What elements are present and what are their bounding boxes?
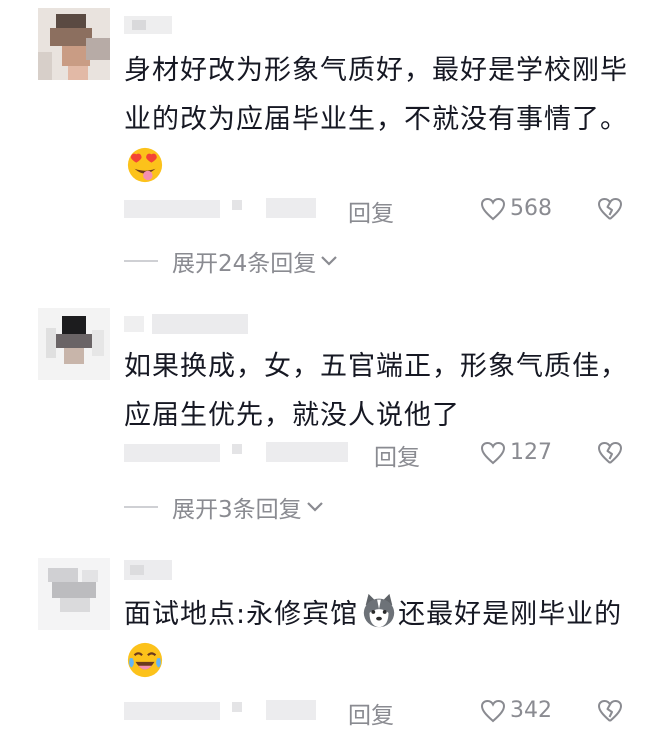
expand-replies-button[interactable]: 展开24条回复 [124,244,338,278]
comment-meta: 回复 568 [0,192,665,228]
comment-text: 如果换成，女，五官端正，形象气质佳，应届生优先，就没人说他了 [124,351,628,431]
avatar[interactable] [38,8,110,80]
chevron-down-icon [306,502,323,512]
broken-heart-icon[interactable] [596,440,624,466]
broken-heart-icon[interactable] [596,196,624,222]
like-button[interactable]: 127 [480,440,552,465]
expand-replies-button[interactable]: 展开3条回复 [124,490,324,524]
username-blurred[interactable] [124,16,172,36]
heart-icon [480,441,506,464]
reply-button[interactable]: 回复 [348,194,394,228]
like-button[interactable]: 568 [480,196,552,221]
like-count: 127 [510,440,552,465]
comment-meta: 回复 127 [0,436,665,472]
timestamp-blurred [124,444,220,462]
timestamp-blurred [124,200,220,218]
broken-heart-icon[interactable] [596,698,624,724]
comment-text: 面试地点:永修宾馆 还最好是刚毕业的 [124,590,644,688]
username-blurred[interactable] [124,314,248,334]
laughing-crying-emoji [127,642,163,678]
divider-line [124,260,158,262]
like-button[interactable]: 342 [480,698,552,723]
chevron-down-icon [321,256,338,266]
avatar[interactable] [38,308,110,380]
comment-meta: 回复 342 [0,694,665,730]
reply-button[interactable]: 回复 [348,696,394,730]
like-count: 342 [510,698,552,723]
heart-icon [480,197,506,220]
avatar[interactable] [38,558,110,630]
location-blurred [266,442,348,462]
comment-text: 身材好改为形象气质好，最好是学校刚毕业的改为应届毕业生，不就没有事情了。 [124,46,644,193]
location-blurred [266,700,316,720]
heart-eyes-tongue-emoji [127,147,163,183]
location-blurred [266,198,316,218]
divider-line [124,506,158,508]
username-blurred[interactable] [124,560,172,580]
like-count: 568 [510,196,552,221]
reply-button[interactable]: 回复 [374,438,420,472]
timestamp-blurred [124,702,220,720]
husky-dog-emoji [363,593,395,628]
heart-icon [480,699,506,722]
